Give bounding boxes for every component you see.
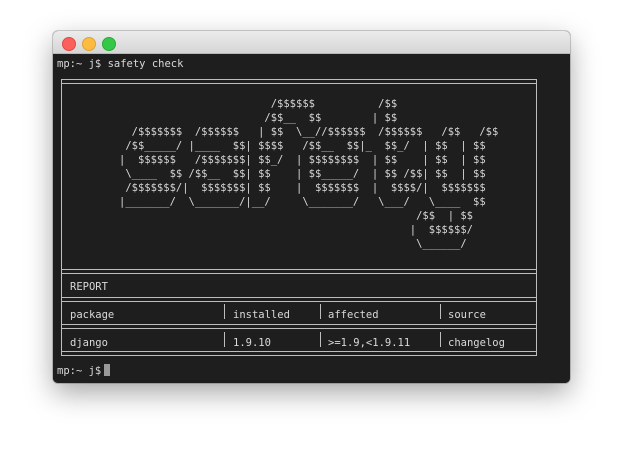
header-divider xyxy=(61,324,537,329)
banner-divider xyxy=(61,269,537,274)
column-header-source: source xyxy=(448,309,486,321)
column-separator xyxy=(440,304,441,319)
terminal-output[interactable]: mp:~ j$ safety check /$$$$$$ /$$ /$$__ $… xyxy=(53,54,570,383)
command-line: mp:~ j$ safety check xyxy=(57,58,184,70)
report-title: REPORT xyxy=(70,281,108,293)
safety-ascii-logo: /$$$$$$ /$$ /$$__ $$ | $$ /$$$$$$$ /$$$$… xyxy=(119,98,499,250)
box-top-border xyxy=(61,79,537,84)
cell-installed: 1.9.10 xyxy=(233,337,271,349)
text-cursor xyxy=(104,364,111,376)
cell-affected: >=1.9,<1.9.11 xyxy=(328,337,411,349)
maximize-window-button[interactable] xyxy=(102,37,116,51)
column-header-affected: affected xyxy=(328,309,379,321)
close-window-button[interactable] xyxy=(62,37,76,51)
safety-report-box: /$$$$$$ /$$ /$$__ $$ | $$ /$$$$$$$ /$$$$… xyxy=(61,79,537,356)
column-separator xyxy=(320,332,321,347)
prompt-line: mp:~ j$ xyxy=(57,364,111,378)
column-header-package: package xyxy=(70,309,115,321)
cell-source: changelog xyxy=(448,337,505,349)
column-header-installed: installed xyxy=(233,309,290,321)
column-separator xyxy=(224,332,225,347)
box-bottom-border xyxy=(61,351,537,356)
title-bar xyxy=(53,31,570,54)
column-separator xyxy=(224,304,225,319)
prompt-text: mp:~ j$ xyxy=(57,365,102,377)
cell-package: django xyxy=(70,337,108,349)
report-divider xyxy=(61,297,537,302)
column-separator xyxy=(320,304,321,319)
column-separator xyxy=(440,332,441,347)
minimize-window-button[interactable] xyxy=(82,37,96,51)
terminal-window: mp:~ j$ safety check /$$$$$$ /$$ /$$__ $… xyxy=(53,31,570,383)
